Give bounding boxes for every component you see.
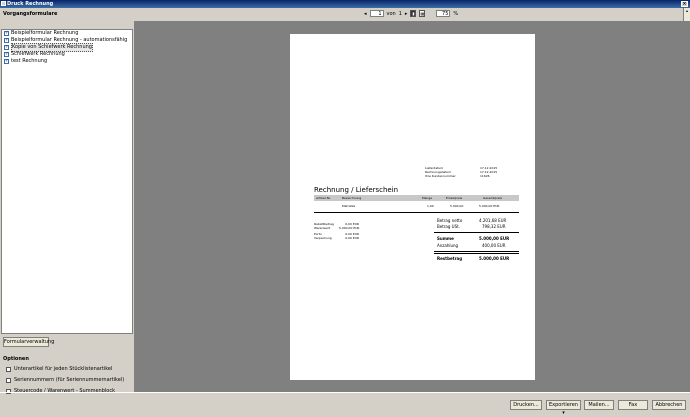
mail-button[interactable]: Mailen... xyxy=(584,400,614,410)
dropdown-arrow-icon: ▾ xyxy=(562,410,565,416)
title-bar: Druck Rechnung × xyxy=(0,0,690,8)
total-label: Summe xyxy=(437,236,454,241)
left-labels: Rabattbetrag Warenwert Porto Verpackung xyxy=(314,222,334,240)
options-heading: Optionen xyxy=(3,356,29,362)
pager: ◂ 1 von 1 ▸ ▮ ▦ 75 % xyxy=(364,10,458,17)
export-label: Exportieren xyxy=(548,402,579,408)
total-label: Betrag netto xyxy=(437,218,463,223)
zoom-input[interactable]: 75 xyxy=(436,10,451,17)
single-page-view-icon[interactable]: ▮ xyxy=(410,10,417,17)
total-value: 798,32 EUR xyxy=(482,224,506,229)
forms-heading: Vorgangsformulare xyxy=(3,11,58,17)
meta-label: Ihre Kundennummer xyxy=(425,174,456,178)
checkbox-checked-icon[interactable] xyxy=(4,44,9,51)
checkbox-checked-icon[interactable] xyxy=(4,37,9,44)
app-icon xyxy=(1,1,6,6)
table-rule xyxy=(314,212,519,213)
left-value: 5.000,00 EUR xyxy=(339,226,360,230)
form-management-button[interactable]: Formularverwaltung xyxy=(3,337,54,347)
option-label: Seriennummern (für Seriennummernartikel) xyxy=(14,377,125,383)
left-values: 0,00 EUR 5.000,00 EUR 0,00 EUR 0,00 EUR xyxy=(339,222,360,240)
col-gesamtpreis: Gesamtpreis xyxy=(483,196,502,200)
prev-page-icon[interactable]: ◂ xyxy=(364,11,367,17)
form-item-label: Schiefwerk Rechnung xyxy=(11,51,65,57)
next-page-icon[interactable]: ▸ xyxy=(405,11,408,17)
checkbox[interactable] xyxy=(6,366,11,372)
preview-toolbar: ◂ 1 von 1 ▸ ▮ ▦ 75 % ▴ xyxy=(134,8,690,21)
checkbox-checked-icon[interactable] xyxy=(4,51,9,58)
left-value: 0,00 EUR xyxy=(345,236,359,240)
window-title: Druck Rechnung xyxy=(7,1,54,7)
option-subarticles[interactable]: Unterartikel für jeden Stücklistenartike… xyxy=(6,366,112,372)
form-item[interactable]: Kopie von Schiefwerk Rechnung xyxy=(2,43,132,52)
form-item[interactable]: test Rechnung xyxy=(2,58,132,65)
page-input[interactable]: 1 xyxy=(369,10,384,17)
col-artikel: Artikel-Nr. xyxy=(316,196,331,200)
total-label: Restbetrag xyxy=(437,256,463,261)
checkbox-checked-icon[interactable] xyxy=(4,30,9,37)
total-value: 400,00 EUR xyxy=(482,243,506,248)
document-page: Lieferdatum Rechnungsdatum Ihre Kundennu… xyxy=(290,34,535,380)
document-title: Rechnung / Lieferschein xyxy=(314,186,399,194)
col-menge: Menge xyxy=(422,196,433,200)
cancel-button[interactable]: Abbrechen xyxy=(652,400,686,410)
fax-button[interactable]: Fax xyxy=(618,400,648,410)
totals-rule xyxy=(434,253,519,254)
close-icon[interactable]: × xyxy=(681,1,688,7)
preview-area: Lieferdatum Rechnungsdatum Ihre Kundennu… xyxy=(134,21,690,392)
totals-rule xyxy=(434,232,519,233)
page-von-label: von xyxy=(386,10,396,17)
form-list: Beispielformular Rechnung Beispielformul… xyxy=(1,29,133,334)
total-value: 5.000,00 EUR xyxy=(479,256,510,261)
left-label: Verpackung xyxy=(314,236,332,240)
scroll-up-icon[interactable]: ▴ xyxy=(683,8,690,21)
row-einzelpreis: 5.000,00 xyxy=(450,204,464,208)
page-total: 1 xyxy=(398,10,402,17)
option-serials[interactable]: Seriennummern (für Seriennummernartikel) xyxy=(6,377,124,383)
totals-rule xyxy=(434,251,519,252)
meta-values: 17.12.2015 17.12.2015 11626 xyxy=(480,166,497,178)
total-value: 4.201,68 EUR xyxy=(479,218,507,223)
form-item[interactable]: Schiefwerk Rechnung xyxy=(2,51,132,58)
checkbox-checked-icon[interactable] xyxy=(4,58,9,65)
option-label: Unterartikel für jeden Stücklistenartike… xyxy=(14,366,113,372)
col-einzelpreis: Einzelpreis xyxy=(446,196,463,200)
button-bar: Drucken... Exportieren ▾ Mailen... Fax A… xyxy=(0,392,690,416)
meta-value: 11626 xyxy=(480,174,490,178)
export-button[interactable]: Exportieren ▾ xyxy=(546,400,581,416)
total-value: 5.000,00 EUR xyxy=(479,236,510,241)
total-label: Betrag USt. xyxy=(437,224,460,229)
print-button[interactable]: Drucken... xyxy=(510,400,542,410)
meta-labels: Lieferdatum Rechnungsdatum Ihre Kundennu… xyxy=(425,166,456,178)
left-panel: Vorgangsformulare Beispielformular Rechn… xyxy=(0,8,134,394)
checkbox[interactable] xyxy=(6,377,11,383)
row-menge: 1,00 xyxy=(427,204,434,208)
form-item-label: test Rechnung xyxy=(11,58,48,64)
form-item[interactable]: Beispielformular Rechnung xyxy=(2,30,132,37)
zoom-unit: % xyxy=(453,10,459,17)
col-bezeichnung: Bezeichnung xyxy=(342,196,362,200)
row-gesamtpreis: 5.000,00 EUR xyxy=(479,204,500,208)
row-bezeichnung: Matratze xyxy=(342,204,356,208)
form-item-label: Beispielformular Rechnung xyxy=(11,30,79,36)
multi-page-view-icon[interactable]: ▦ xyxy=(419,10,426,17)
total-label: Anzahlung xyxy=(437,243,459,248)
left-label: Warenwert xyxy=(314,226,331,230)
